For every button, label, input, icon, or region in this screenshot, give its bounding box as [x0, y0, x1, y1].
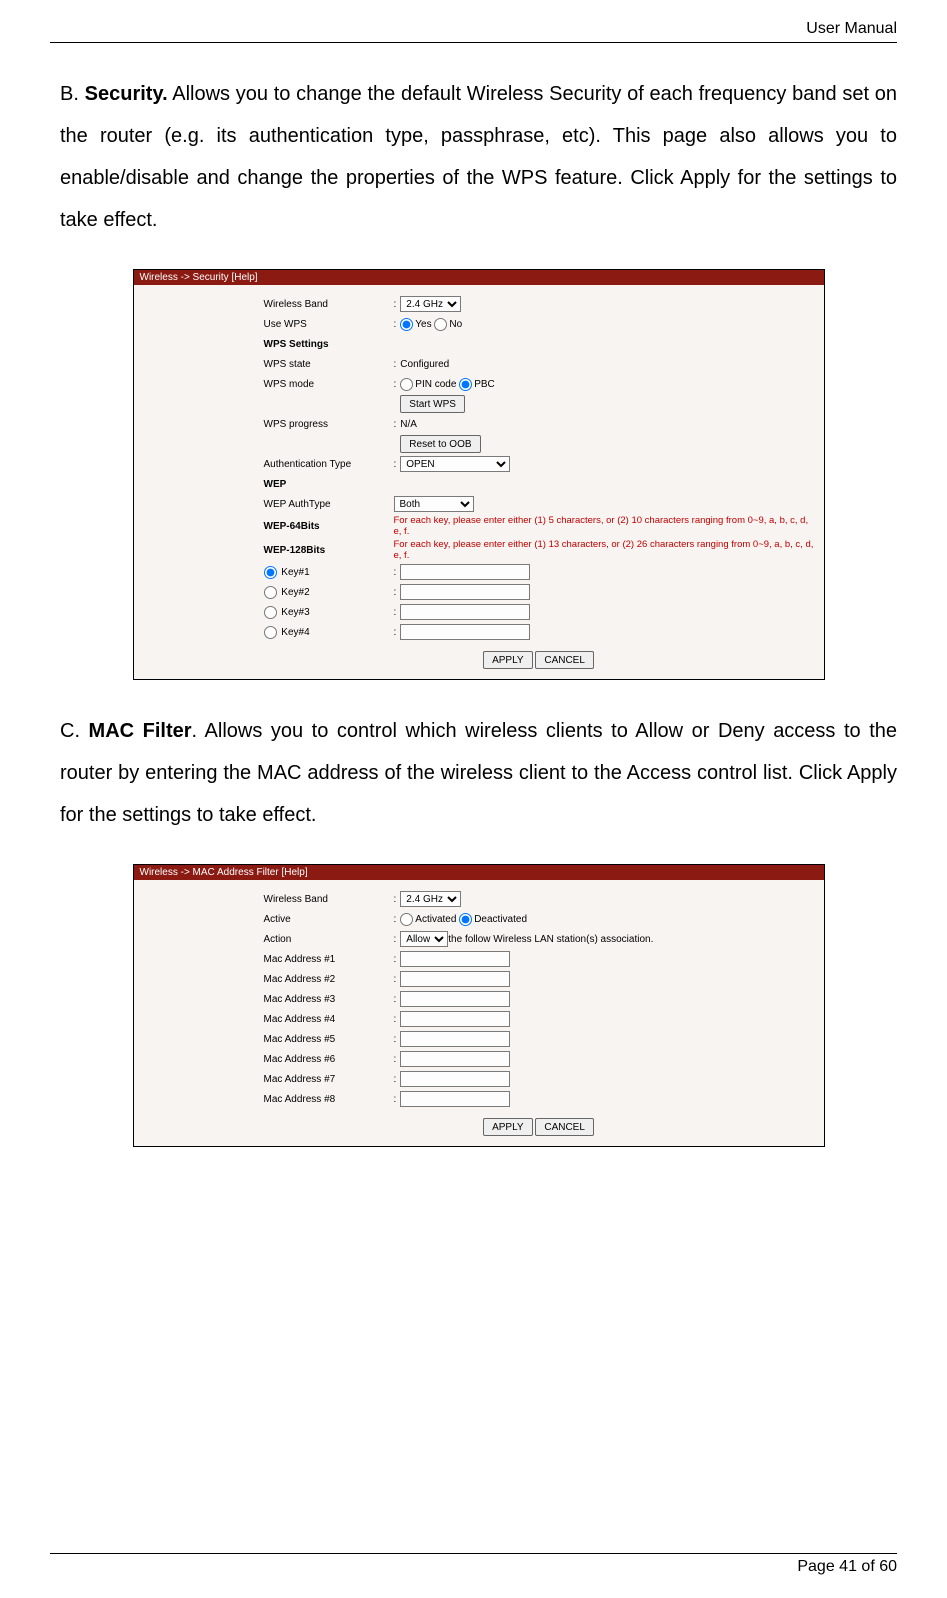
wps-progress-label: WPS progress — [264, 419, 394, 430]
key2-input[interactable] — [400, 584, 530, 600]
mac6-label: Mac Address #6 — [264, 1054, 394, 1065]
security-cancel-button[interactable]: CANCEL — [535, 651, 594, 669]
mac7-input[interactable] — [400, 1071, 510, 1087]
page-number: Page 41 of 60 — [797, 1558, 897, 1575]
security-panel: Wireless -> Security [Help] Wireless Ban… — [133, 269, 825, 680]
wps-mode-pbc-radio[interactable] — [459, 378, 472, 391]
use-wps-label: Use WPS — [264, 319, 394, 330]
wps-state-value: Configured — [400, 359, 449, 370]
mac4-input[interactable] — [400, 1011, 510, 1027]
wep-heading: WEP — [264, 479, 394, 490]
use-wps-yes-label: Yes — [415, 319, 431, 330]
wep64-label: WEP-64Bits — [264, 521, 394, 532]
section-c-text: C. MAC Filter. Allows you to control whi… — [60, 710, 897, 836]
key3-radio[interactable] — [264, 606, 277, 619]
list-letter-b: B. — [60, 83, 79, 105]
wps-state-label: WPS state — [264, 359, 394, 370]
use-wps-no-label: No — [449, 319, 462, 330]
mac-deactivated-label: Deactivated — [474, 914, 527, 925]
mac-activated-radio[interactable] — [400, 913, 413, 926]
section-b-text: B. Security. Allows you to change the de… — [60, 73, 897, 241]
security-apply-button[interactable]: APPLY — [483, 651, 533, 669]
mac-panel-title: Wireless -> MAC Address Filter [Help] — [134, 865, 824, 880]
key2-label: Key#2 — [281, 587, 309, 598]
reset-oob-button[interactable]: Reset to OOB — [400, 435, 480, 453]
mac-action-suffix: the follow Wireless LAN station(s) assoc… — [448, 934, 653, 945]
mac-cancel-button[interactable]: CANCEL — [535, 1118, 594, 1136]
key4-label: Key#4 — [281, 627, 309, 638]
wep-authtype-select[interactable]: Both — [394, 496, 474, 512]
key4-input[interactable] — [400, 624, 530, 640]
key2-radio[interactable] — [264, 586, 277, 599]
key1-label: Key#1 — [281, 567, 309, 578]
mac1-label: Mac Address #1 — [264, 954, 394, 965]
wps-mode-label: WPS mode — [264, 379, 394, 390]
mac3-label: Mac Address #3 — [264, 994, 394, 1005]
use-wps-yes-radio[interactable] — [400, 318, 413, 331]
mac-deactivated-radio[interactable] — [459, 913, 472, 926]
mac-filter-panel: Wireless -> MAC Address Filter [Help] Wi… — [133, 864, 825, 1147]
mac-wireless-band-select[interactable]: 2.4 GHz — [400, 891, 461, 907]
mac-apply-button[interactable]: APPLY — [483, 1118, 533, 1136]
mac8-label: Mac Address #8 — [264, 1094, 394, 1105]
wps-mode-pbc-label: PBC — [474, 379, 495, 390]
wps-mode-pin-label: PIN code — [415, 379, 456, 390]
wps-mode-pin-radio[interactable] — [400, 378, 413, 391]
mac-action-select[interactable]: Allow — [400, 931, 448, 947]
key1-input[interactable] — [400, 564, 530, 580]
mac-wireless-band-label: Wireless Band — [264, 894, 394, 905]
auth-type-label: Authentication Type — [264, 459, 394, 470]
key3-input[interactable] — [400, 604, 530, 620]
wps-progress-value: N/A — [400, 419, 417, 430]
mac-action-label: Action — [264, 934, 394, 945]
mac1-input[interactable] — [400, 951, 510, 967]
wireless-band-select[interactable]: 2.4 GHz — [400, 296, 461, 312]
section-b-title: Security. — [85, 83, 168, 105]
key3-label: Key#3 — [281, 607, 309, 618]
mac3-input[interactable] — [400, 991, 510, 1007]
page-footer: Page 41 of 60 — [50, 1553, 897, 1576]
security-panel-title: Wireless -> Security [Help] — [134, 270, 824, 285]
wep128-label: WEP-128Bits — [264, 545, 394, 556]
mac5-input[interactable] — [400, 1031, 510, 1047]
wep128-hint: For each key, please enter either (1) 13… — [394, 539, 814, 561]
mac4-label: Mac Address #4 — [264, 1014, 394, 1025]
wep64-hint: For each key, please enter either (1) 5 … — [394, 515, 814, 537]
key4-radio[interactable] — [264, 626, 277, 639]
mac-active-label: Active — [264, 914, 394, 925]
mac-activated-label: Activated — [415, 914, 456, 925]
key1-radio[interactable] — [264, 566, 277, 579]
use-wps-no-radio[interactable] — [434, 318, 447, 331]
start-wps-button[interactable]: Start WPS — [400, 395, 465, 413]
page-header: User Manual — [50, 20, 897, 43]
wep-authtype-label: WEP AuthType — [264, 499, 394, 510]
mac2-label: Mac Address #2 — [264, 974, 394, 985]
list-letter-c: C. — [60, 720, 80, 742]
mac2-input[interactable] — [400, 971, 510, 987]
doc-title: User Manual — [806, 20, 897, 37]
mac8-input[interactable] — [400, 1091, 510, 1107]
mac6-input[interactable] — [400, 1051, 510, 1067]
wps-settings-heading: WPS Settings — [264, 339, 394, 350]
section-b-body: Allows you to change the default Wireles… — [60, 83, 897, 231]
mac5-label: Mac Address #5 — [264, 1034, 394, 1045]
wireless-band-label: Wireless Band — [264, 299, 394, 310]
mac7-label: Mac Address #7 — [264, 1074, 394, 1085]
section-c-title: MAC Filter — [89, 720, 192, 742]
auth-type-select[interactable]: OPEN — [400, 456, 510, 472]
